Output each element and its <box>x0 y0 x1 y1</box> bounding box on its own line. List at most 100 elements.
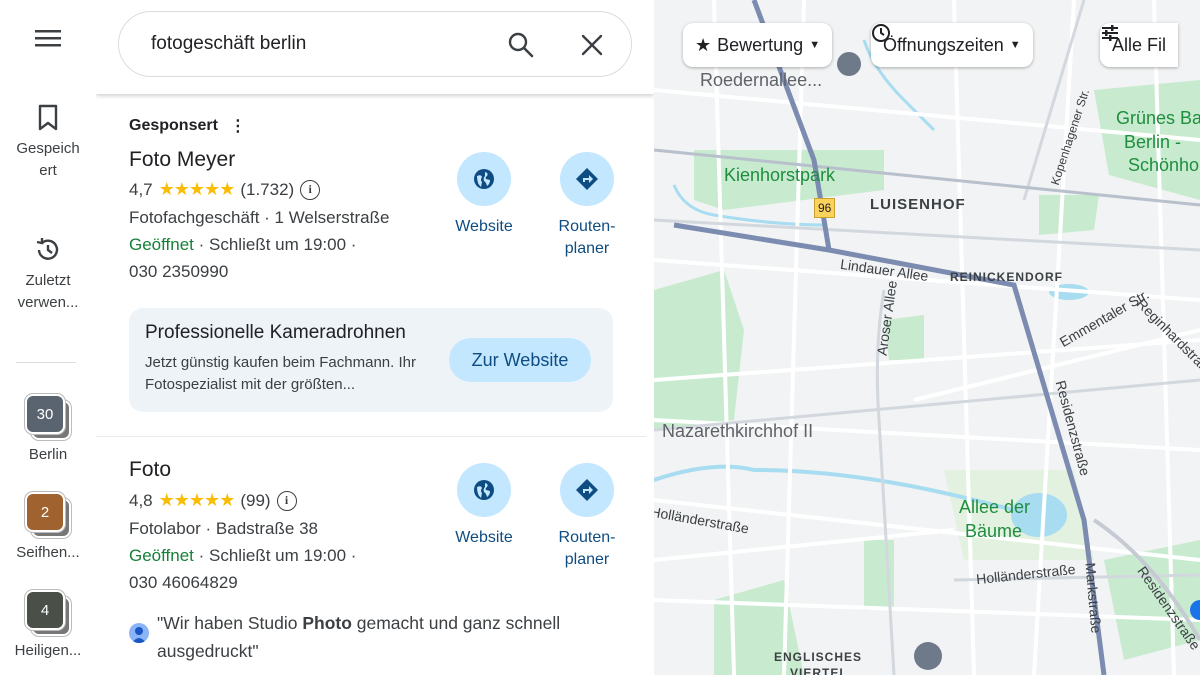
route-label-line1: Routen- <box>558 218 616 235</box>
recent-place-label: Heiligen... <box>14 642 82 659</box>
ad-text: Jetzt günstig kaufen beim Fachmann. Ihr … <box>145 354 416 393</box>
map-label-kienhorstpark: Kienhorstpark <box>724 165 836 185</box>
website-button[interactable]: Website <box>444 463 524 549</box>
map-label-allee-der-baeume: Allee der <box>959 497 1031 517</box>
route-planner-button[interactable]: Routen-planer <box>547 463 627 571</box>
saved-label: Gespeich ert <box>16 140 80 179</box>
saved-button[interactable]: Gespeich ert <box>0 104 96 182</box>
filter-hours-label: Öffnungszeiten <box>883 34 1004 55</box>
rating-value: 4,7 <box>129 179 153 199</box>
route-label-line1: Routen- <box>558 529 616 546</box>
ad-title: Professionelle Kameradrohnen <box>145 322 406 343</box>
search-icon[interactable] <box>507 31 535 59</box>
website-label: Website <box>455 529 513 546</box>
rail-divider <box>16 362 76 363</box>
place-thumbnail: 2 <box>25 492 71 538</box>
hours-row: Geöffnet · Schließt um 19:00 · <box>129 546 356 566</box>
phone-number: 030 46064829 <box>129 573 238 592</box>
map-label-allee-der-baeume-2: Bäume <box>965 521 1023 541</box>
website-button[interactable]: Website <box>444 152 524 238</box>
chevron-down-icon: ▼ <box>809 39 821 51</box>
category-address: Fotolabor · Badstraße 38 <box>129 519 318 538</box>
hamburger-menu-icon <box>35 30 61 47</box>
place-count-badge: 4 <box>25 590 65 630</box>
review-count: (1.732) <box>240 179 295 199</box>
result-card-foto[interactable]: Foto 4,8 ★★★★★ (99) i Fotolabor · Badstr… <box>96 436 646 661</box>
map-label-gruenes: Grünes Ba <box>1116 108 1200 128</box>
stars-icon: ★★★★★ <box>158 179 236 199</box>
search-box <box>118 11 632 77</box>
map-view[interactable]: Roedernallee... Grünes Ba Berlin - Schön… <box>654 0 1200 675</box>
review-highlight: Photo <box>302 613 352 633</box>
person-icon <box>132 627 146 643</box>
ad-card[interactable]: Professionelle Kameradrohnen Jetzt günst… <box>129 308 613 412</box>
place-name[interactable]: Foto Meyer <box>129 148 235 172</box>
globe-icon <box>474 169 494 189</box>
place-count-badge: 30 <box>25 394 65 434</box>
rating-row: 4,7 ★★★★★ (1.732) i <box>129 179 321 200</box>
star-icon: ★ <box>695 34 712 55</box>
map-label-reinickendorf: REINICKENDORF <box>950 270 1064 284</box>
more-options-icon[interactable]: ⋮ <box>230 116 246 136</box>
results-panel: Gesponsert ⋮ Foto Meyer 4,7 ★★★★★ (1.732… <box>96 0 654 675</box>
clock-icon <box>872 24 890 42</box>
all-filters-label: Alle Fil <box>1112 34 1167 55</box>
rating-value: 4,8 <box>129 490 153 510</box>
chevron-down-icon: ▼ <box>1009 39 1021 51</box>
route-planner-label: Routen-planer <box>559 527 616 571</box>
reviewer-avatar <box>129 623 149 643</box>
info-icon[interactable]: i <box>300 179 321 200</box>
all-filters-chip[interactable]: Alle Fil <box>1100 23 1179 67</box>
review-snippet: "Wir haben Studio Photo gemacht und ganz… <box>129 609 629 665</box>
recent-place-heiligen[interactable]: 4 Heiligen... <box>0 590 96 659</box>
recent-place-label: Berlin <box>28 446 68 463</box>
info-icon[interactable]: i <box>276 490 297 511</box>
phone-number: 030 2350990 <box>129 262 229 281</box>
bookmark-icon <box>38 104 58 131</box>
route-label-line2: planer <box>564 551 610 568</box>
place-name[interactable]: Foto <box>129 458 171 482</box>
close-icon[interactable] <box>580 33 604 57</box>
place-count-badge: 2 <box>25 492 65 532</box>
closing-time: · Schließt um 19:00 · <box>193 546 357 565</box>
recent-place-berlin[interactable]: 30 Berlin <box>0 394 96 463</box>
filter-rating-chip[interactable]: ★ Bewertung ▼ <box>683 23 833 67</box>
menu-button[interactable] <box>0 28 96 48</box>
route-label-line2: planer <box>564 240 610 257</box>
map-label-nazarethkirchhof: Nazarethkirchhof II <box>662 421 814 441</box>
route-planner-button[interactable]: Routen-planer <box>547 152 627 260</box>
map-label-gruenes-3: Schönho <box>1128 155 1200 175</box>
left-rail: Gespeich ert Zuletzt verwen... 30 Berlin… <box>0 0 96 675</box>
globe-icon <box>474 480 494 500</box>
route-96-shield: 96 <box>814 198 836 218</box>
recent-place-seifhen[interactable]: 2 Seifhen... <box>0 492 96 561</box>
rating-row: 4,8 ★★★★★ (99) i <box>129 490 297 511</box>
route-planner-label: Routen-planer <box>559 216 616 260</box>
website-label: Website <box>455 218 513 235</box>
filter-sliders-icon <box>1102 25 1118 41</box>
filter-rating-label: Bewertung <box>717 34 804 55</box>
search-input[interactable] <box>151 30 491 58</box>
open-status: Geöffnet <box>129 235 194 254</box>
filter-hours-chip[interactable]: Öffnungszeiten ▼ <box>871 23 1033 67</box>
open-status: Geöffnet <box>129 546 194 565</box>
map-label-viertel: VIERTEL <box>790 666 848 675</box>
map-label-roedernallee: Roedernallee... <box>700 70 823 90</box>
history-icon <box>36 238 59 260</box>
sponsored-label: Gesponsert ⋮ <box>129 116 246 136</box>
recent-button[interactable]: Zuletzt verwen... <box>0 236 96 314</box>
directions-icon <box>576 479 598 501</box>
place-thumbnail: 4 <box>25 590 71 636</box>
directions-icon <box>576 168 598 190</box>
recent-label: Zuletzt verwen... <box>17 272 79 311</box>
place-thumbnail: 30 <box>25 394 71 440</box>
review-count: (99) <box>240 490 271 510</box>
review-text: "Wir haben Studio Photo gemacht und ganz… <box>157 613 561 661</box>
map-canvas[interactable] <box>654 0 1200 675</box>
stars-icon: ★★★★★ <box>158 490 236 510</box>
category-address: Fotofachgeschäft · 1 Welserstraße <box>129 208 390 227</box>
map-label-englisches-viertel: ENGLISCHES <box>774 650 863 664</box>
search-header <box>96 0 654 94</box>
ad-website-button[interactable]: Zur Website <box>449 338 591 382</box>
closing-time: · Schließt um 19:00 · <box>193 235 357 254</box>
